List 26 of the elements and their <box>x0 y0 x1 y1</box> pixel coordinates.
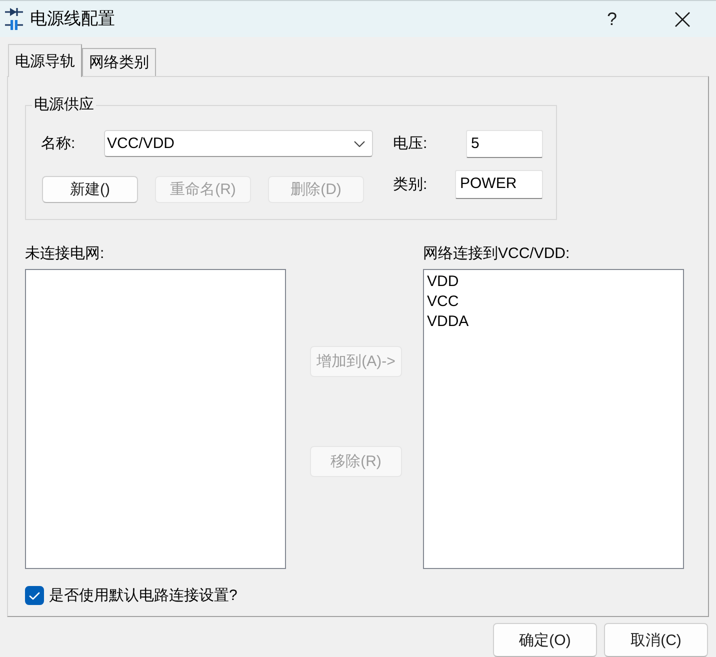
class-field[interactable]: POWER <box>455 170 543 199</box>
chevron-down-icon <box>354 140 365 146</box>
net-name-dropdown[interactable]: VCC/VDD <box>104 130 373 157</box>
circuit-symbol-icon <box>5 7 23 31</box>
class-label: 类别: <box>393 175 428 195</box>
name-label: 名称: <box>41 134 76 154</box>
list-item[interactable]: VDDA <box>424 312 683 332</box>
checkbox[interactable] <box>25 586 44 605</box>
connected-nets-label: 网络连接到VCC/VDD: <box>423 245 571 263</box>
cancel-button[interactable]: 取消(C) <box>604 623 708 657</box>
checkmark-icon <box>29 592 40 600</box>
voltage-label: 电压: <box>393 134 428 154</box>
new-button[interactable]: 新建() <box>42 176 138 203</box>
window-title: 电源线配置 <box>30 9 115 29</box>
default-connection-label: 是否使用默认电路连接设置? <box>49 586 238 605</box>
voltage-field[interactable]: 5 <box>466 130 543 158</box>
unconnected-nets-label: 未连接电网: <box>25 245 106 263</box>
ok-button[interactable]: 确定(O) <box>493 623 597 657</box>
tab[interactable]: 网络类别 <box>82 48 156 76</box>
list-item[interactable]: VDD <box>424 272 683 292</box>
group-title: 电源供应 <box>32 96 96 114</box>
connected-net-list[interactable]: VDD VCC VDDA <box>423 269 684 569</box>
help-button[interactable]: ? <box>605 9 619 29</box>
tab[interactable]: 电源导轨 <box>8 44 82 77</box>
close-icon[interactable] <box>675 12 690 26</box>
list-item[interactable]: VCC <box>424 292 683 312</box>
